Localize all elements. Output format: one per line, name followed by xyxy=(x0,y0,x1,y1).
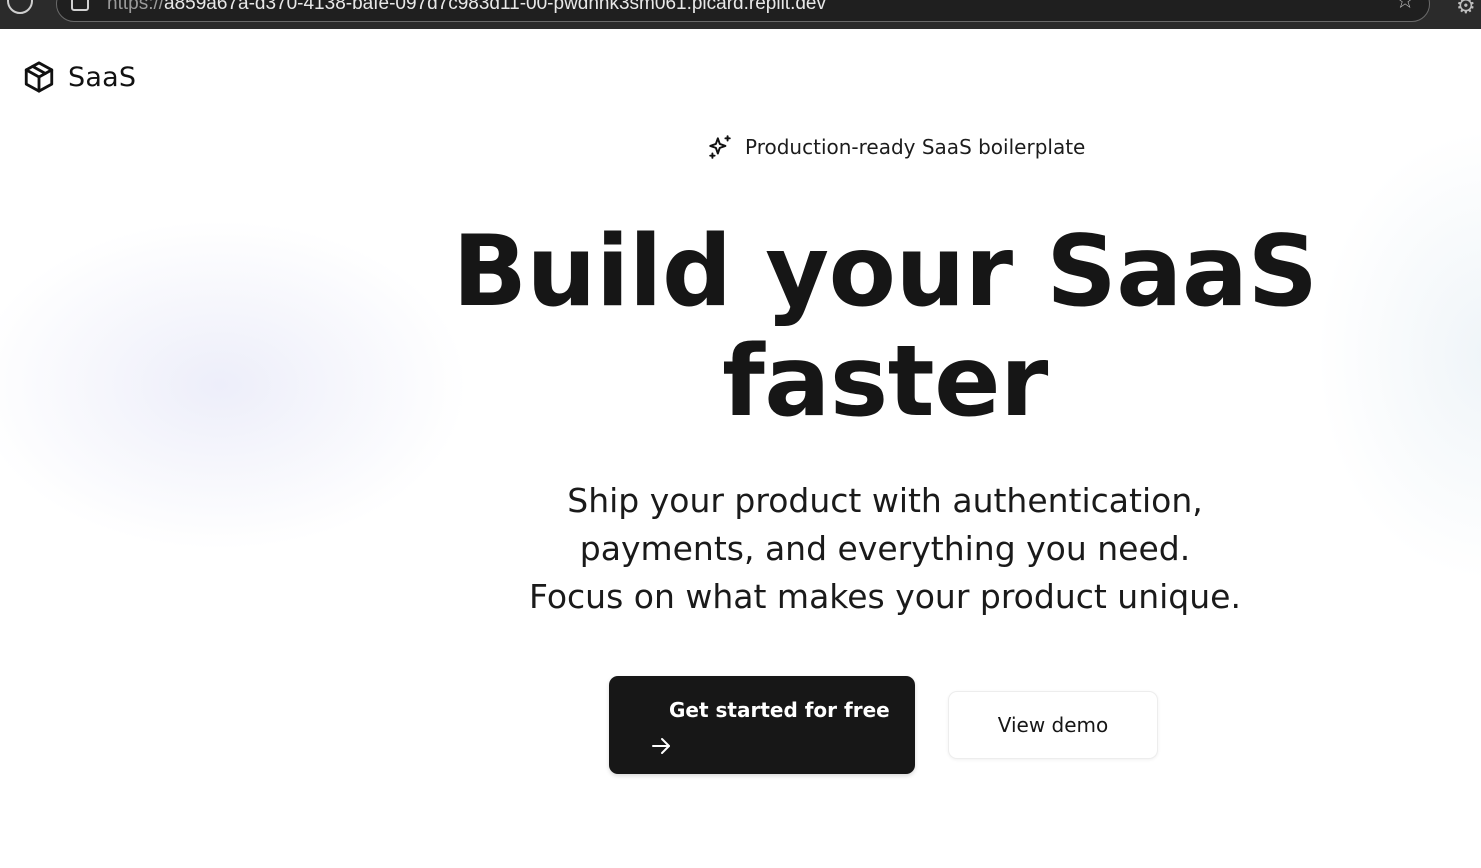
get-started-button[interactable]: Get started for free xyxy=(609,676,915,774)
tagline-badge: Production-ready SaaS boilerplate xyxy=(707,134,1085,160)
view-demo-button[interactable]: View demo xyxy=(948,691,1158,759)
get-started-label: Get started for free xyxy=(669,698,890,722)
hero-section: Production-ready SaaS boilerplate Build … xyxy=(0,125,1481,868)
headline-line-2: faster xyxy=(722,325,1048,439)
site-info-icon[interactable] xyxy=(71,0,89,11)
site-header: SaaS xyxy=(0,29,1481,125)
extensions-icon[interactable]: ⚙ xyxy=(1456,0,1476,19)
url-protocol: https:// xyxy=(107,0,165,14)
subhead-line-2: payments, and everything you need. xyxy=(579,529,1191,568)
hero-headline: Build your SaaS faster xyxy=(285,217,1481,437)
package-icon xyxy=(24,61,54,93)
sparkles-icon xyxy=(709,135,731,159)
bookmark-star-icon[interactable]: ☆ xyxy=(1395,0,1415,14)
hero-subheadline: Ship your product with authentication, p… xyxy=(385,477,1385,621)
subhead-line-1: Ship your product with authentication, xyxy=(567,481,1203,520)
url-text[interactable]: https://a859a67a-d370-4138-bafe-097d7c98… xyxy=(107,0,826,15)
brand-name: SaaS xyxy=(68,61,137,93)
browser-profile-icon[interactable] xyxy=(7,0,33,14)
browser-chrome: https://a859a67a-d370-4138-bafe-097d7c98… xyxy=(0,0,1481,29)
tagline-text: Production-ready SaaS boilerplate xyxy=(745,135,1086,159)
headline-line-1: Build your SaaS xyxy=(452,215,1318,329)
brand-logo[interactable]: SaaS xyxy=(22,59,136,95)
url-host: a859a67a-d370-4138-bafe-097d7c983d11-00-… xyxy=(164,0,826,14)
address-bar[interactable]: https://a859a67a-d370-4138-bafe-097d7c98… xyxy=(56,0,1430,22)
subhead-line-3: Focus on what makes your product unique. xyxy=(529,577,1241,616)
arrow-right-icon xyxy=(652,738,670,754)
